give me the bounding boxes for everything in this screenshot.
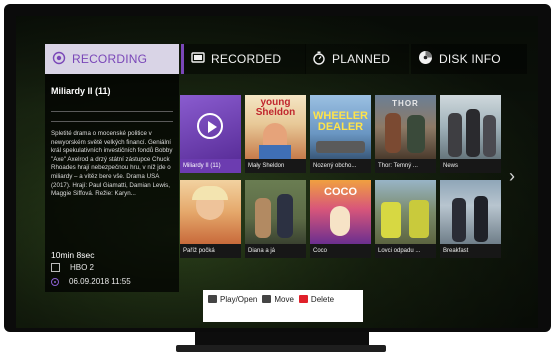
program-title: Miliardy II (11) <box>51 86 111 96</box>
program-duration: 10min 8sec <box>51 250 95 260</box>
record-dot-icon <box>51 277 59 286</box>
disk-icon <box>418 50 433 68</box>
hint-play-open: Play/Open <box>220 295 258 304</box>
recording-info-panel: Miliardy II (11) Spletité drama o mocens… <box>45 74 179 292</box>
tile-caption: News <box>440 159 501 173</box>
tile-thumbnail <box>245 180 306 244</box>
move-key-icon <box>262 295 272 303</box>
recording-tile[interactable]: Miliardy II (11) <box>180 95 241 173</box>
tile-thumbnail <box>180 180 241 244</box>
divider <box>51 121 173 122</box>
hint-move: Move <box>274 295 294 304</box>
tab-label: DISK INFO <box>439 52 501 66</box>
tile-thumbnail: COCO <box>310 180 371 244</box>
tv-icon <box>191 51 205 67</box>
tile-caption: Breakfast <box>440 244 501 258</box>
poster-title: COCO <box>324 186 357 198</box>
tile-thumbnail: THOR <box>375 95 436 159</box>
tile-thumbnail <box>440 95 501 159</box>
tile-thumbnail <box>375 180 436 244</box>
recording-tile[interactable]: Lovci odpadu ... <box>375 180 436 258</box>
tile-caption: Thor: Temný ... <box>375 159 436 173</box>
poster-title: THOR <box>392 99 419 108</box>
recording-tile[interactable]: Diana a já <box>245 180 306 258</box>
datetime-label: 06.09.2018 11:55 <box>69 277 131 286</box>
program-description: Spletité drama o mocenské politice v new… <box>51 130 173 198</box>
tile-caption: Miliardy II (11) <box>180 159 241 173</box>
recording-tile[interactable]: WHEELER DEALER Nozený obcho... <box>310 95 371 173</box>
stopwatch-icon <box>312 51 326 68</box>
poster-title: WHEELER DEALER <box>313 110 368 133</box>
program-channel: HBO 2 <box>51 263 94 272</box>
tab-label: RECORDED <box>211 52 282 66</box>
tile-thumbnail <box>440 180 501 244</box>
tile-caption: Diana a já <box>245 244 306 258</box>
tv-stand-base <box>176 345 386 352</box>
next-page-chevron-icon[interactable]: › <box>509 166 515 187</box>
recording-tile[interactable]: News <box>440 95 501 173</box>
tile-caption: Nozený obcho... <box>310 159 371 173</box>
ok-key-icon <box>208 295 217 303</box>
tab-label: RECORDING <box>72 52 148 66</box>
key-hints-bar: Play/Open Move Delete <box>203 290 363 322</box>
tile-caption: Coco <box>310 244 371 258</box>
tab-recording[interactable]: RECORDING <box>45 44 179 74</box>
program-datetime: 06.09.2018 11:55 <box>51 277 131 286</box>
tile-thumbnail: young Sheldon <box>245 95 306 159</box>
hint-delete: Delete <box>310 295 335 304</box>
play-icon <box>197 113 223 139</box>
recording-tile[interactable]: COCO Coco <box>310 180 371 258</box>
tile-caption: Paříž počká <box>180 244 241 258</box>
recording-tile[interactable]: Paříž počká <box>180 180 241 258</box>
tile-thumbnail: WHEELER DEALER <box>310 95 371 159</box>
recording-tile[interactable]: Breakfast <box>440 180 501 258</box>
divider <box>51 111 173 112</box>
tab-recorded[interactable]: RECORDED <box>181 44 306 74</box>
red-key-icon <box>298 295 308 303</box>
channel-icon <box>51 263 60 272</box>
tile-thumbnail <box>180 95 241 159</box>
tile-caption: Lovci odpadu ... <box>375 244 436 258</box>
poster-title: young Sheldon <box>255 97 296 118</box>
tile-caption: Mały Sheldon <box>245 159 306 173</box>
tab-disk-info[interactable]: DISK INFO <box>411 44 527 74</box>
tab-planned[interactable]: PLANNED <box>305 44 409 74</box>
recording-tile[interactable]: young Sheldon Mały Sheldon <box>245 95 306 173</box>
recording-tile[interactable]: THOR Thor: Temný ... <box>375 95 436 173</box>
channel-label: HBO 2 <box>70 263 95 272</box>
tab-label: PLANNED <box>332 52 391 66</box>
record-icon <box>52 51 66 68</box>
